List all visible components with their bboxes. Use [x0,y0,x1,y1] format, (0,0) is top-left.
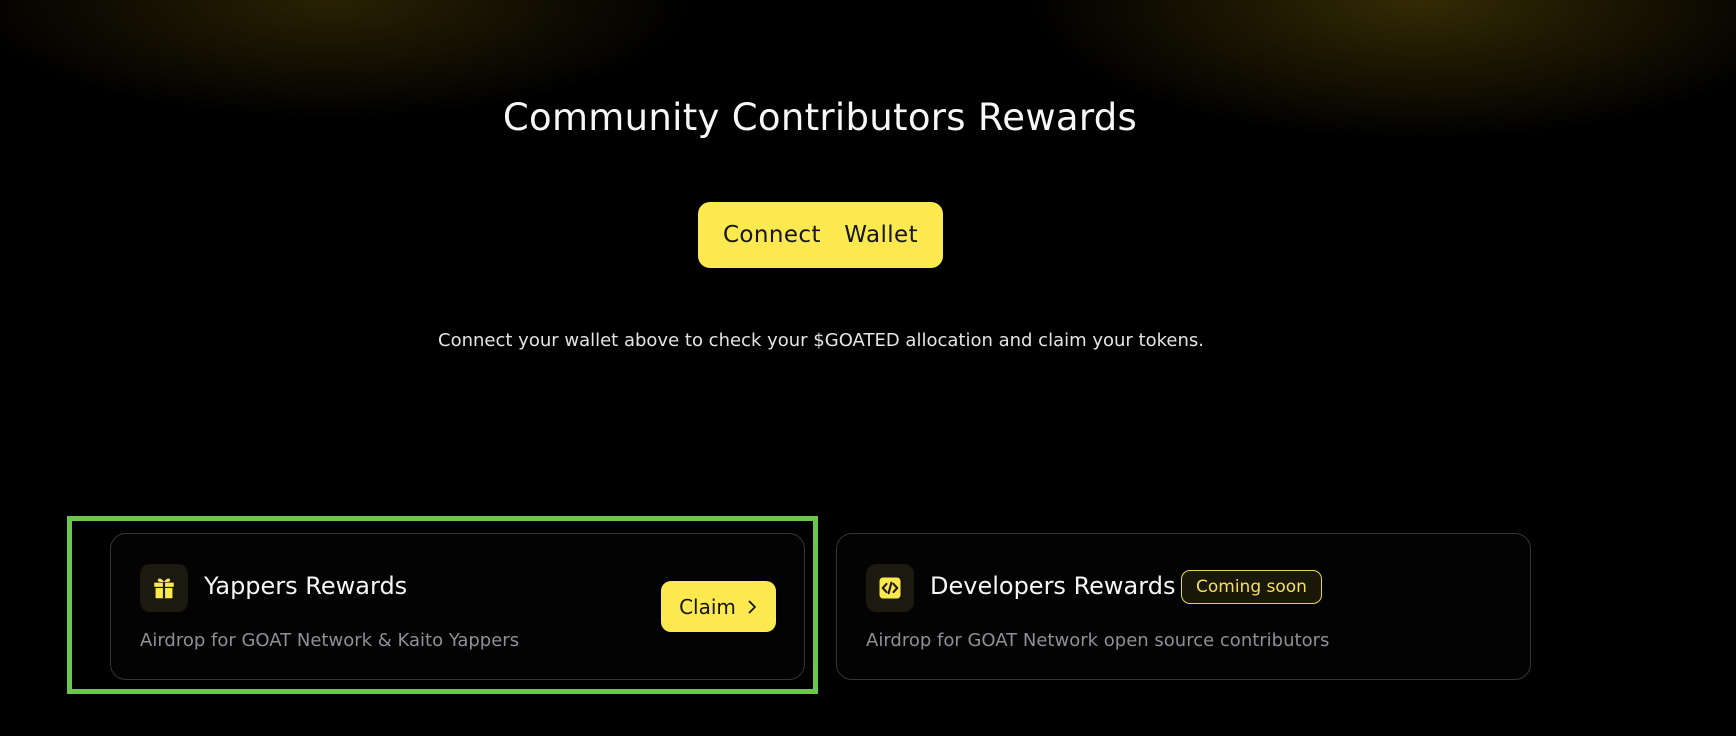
code-icon [866,564,914,612]
claim-button-label: Claim [679,594,736,619]
connect-hint-text: Connect your wallet above to check your … [438,330,1204,351]
rewards-page: Community Contributors Rewards Connect W… [0,0,1736,736]
connect-wallet-button[interactable]: Connect Wallet [698,202,943,268]
claim-button[interactable]: Claim [661,581,776,632]
page-title: Community Contributors Rewards [502,96,1138,139]
developers-rewards-card: Developers Rewards Coming soon Airdrop f… [836,533,1531,680]
card-description: Airdrop for GOAT Network open source con… [866,630,1330,651]
chevron-right-icon [748,600,756,613]
card-description: Airdrop for GOAT Network & Kaito Yappers [140,630,520,651]
gift-icon [140,564,188,612]
yappers-rewards-card: Yappers Rewards Airdrop for GOAT Network… [110,533,805,680]
card-title: Developers Rewards [930,572,1176,600]
coming-soon-badge: Coming soon [1181,570,1322,604]
card-title: Yappers Rewards [204,572,408,600]
